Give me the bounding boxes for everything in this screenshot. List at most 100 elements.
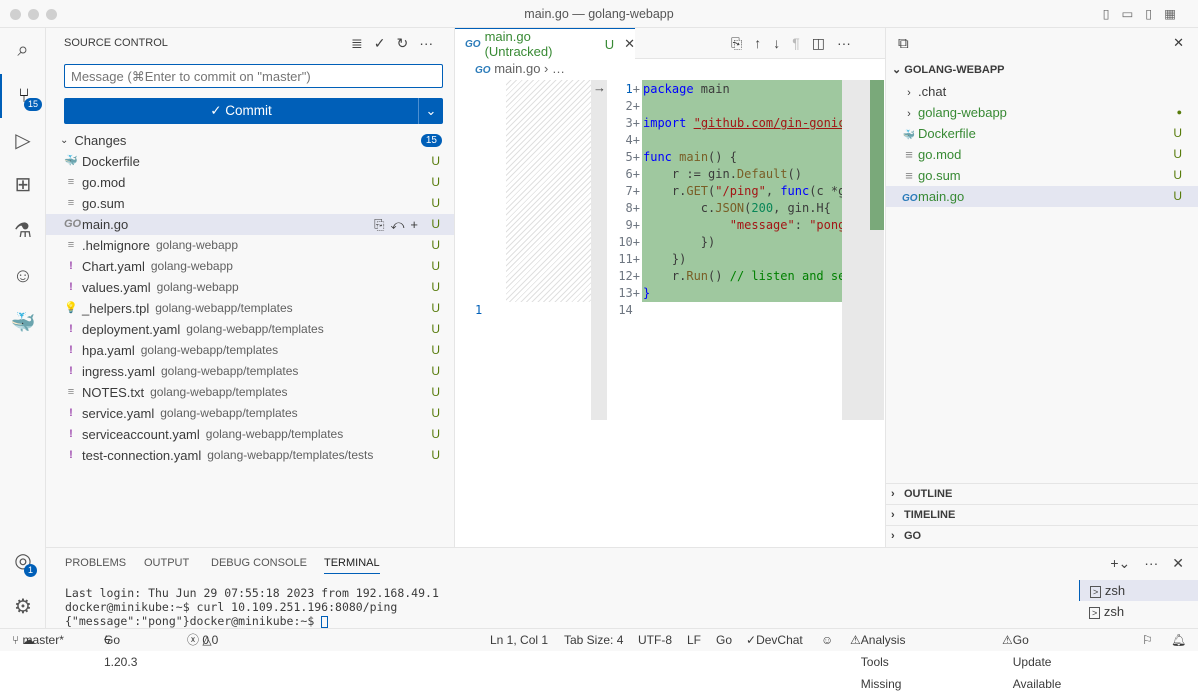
changed-file-item[interactable]: ! ingress.yaml golang-webapp/templates U: [46, 361, 454, 382]
explorer-item[interactable]: 🐳 Dockerfile U: [886, 123, 1198, 144]
terminal-instance[interactable]: > zsh: [1079, 601, 1198, 622]
terminal-icon: >: [1089, 607, 1101, 619]
feedback-icon[interactable]: ⚐: [1142, 629, 1153, 651]
tab-size[interactable]: Tab Size: 4: [564, 629, 623, 651]
terminal-line[interactable]: docker@minikube:~$ curl 10.109.251.196:8…: [65, 600, 397, 614]
section-go[interactable]: › GO: [886, 525, 1198, 546]
changes-group[interactable]: ⌄ Changes 15: [46, 130, 454, 151]
accounts-icon[interactable]: ◎ 1: [0, 538, 46, 582]
layout-toggle-icons[interactable]: ▯▭▯▦: [1103, 0, 1188, 28]
devchat-status[interactable]: ✓ DevChat: [746, 629, 803, 651]
code-content[interactable]: package main import "github.com/gin-goni…: [643, 81, 853, 302]
devchat-icon[interactable]: ☺: [0, 254, 46, 298]
shell-name: zsh: [1103, 604, 1125, 619]
go-update-warning[interactable]: ⚠ Go Update Available: [1002, 629, 1061, 691]
explorer-item[interactable]: ≡ go.mod U: [886, 144, 1198, 165]
docker-icon[interactable]: 🐳: [0, 300, 46, 344]
branch-status[interactable]: ⑂ master* ☁: [12, 629, 64, 651]
editor-area: GO main.go (Untracked) U ✕ ⎘ ↑ ↓ ¶ ◫ ···…: [455, 28, 885, 547]
minimize-window-button[interactable]: [28, 9, 39, 20]
tab-main-go[interactable]: GO main.go (Untracked) U ✕: [455, 28, 635, 59]
tab-output[interactable]: OUTPUT: [144, 557, 189, 569]
explorer-item[interactable]: › .chat: [886, 81, 1198, 102]
changed-file-item[interactable]: ≡ NOTES.txt golang-webapp/templates U: [46, 382, 454, 403]
bell-icon[interactable]: 🔔︎: [1171, 629, 1186, 651]
close-icon[interactable]: ✕: [1173, 35, 1184, 51]
changed-file-item[interactable]: 🐳 Dockerfile U: [46, 151, 454, 172]
more-actions-icon[interactable]: ···: [419, 35, 433, 52]
changed-file-item[interactable]: ! service.yaml golang-webapp/templates U: [46, 403, 454, 424]
breadcrumb: GO main.go › …: [475, 61, 565, 76]
breadcrumb-more[interactable]: …: [552, 61, 565, 76]
section-timeline[interactable]: › TIMELINE: [886, 504, 1198, 525]
close-icon[interactable]: ✕: [624, 36, 635, 52]
terminal-line[interactable]: Last login: Thu Jun 29 07:55:18 2023 fro…: [65, 586, 439, 600]
search-icon[interactable]: ⌕: [0, 28, 46, 72]
changed-file-item[interactable]: ≡ go.mod U: [46, 172, 454, 193]
stage-plus-icon[interactable]: +: [410, 217, 424, 232]
changed-file-item[interactable]: ! values.yaml golang-webapp U: [46, 277, 454, 298]
gear-icon[interactable]: ⚙: [0, 584, 46, 628]
terminal-instance[interactable]: > zsh: [1079, 580, 1198, 601]
discard-icon[interactable]: ↶: [391, 217, 411, 232]
commit-button[interactable]: ✓ Commit ⌄: [64, 98, 443, 124]
line-ending[interactable]: LF: [687, 629, 701, 651]
explorer-item[interactable]: GO main.go U: [886, 186, 1198, 207]
close-icon[interactable]: ✕: [1172, 555, 1184, 572]
analysis-warning[interactable]: ⚠ Analysis Tools Missing: [850, 629, 905, 691]
commit-check-icon[interactable]: ✓: [374, 35, 386, 52]
tab-terminal[interactable]: TERMINAL: [324, 557, 380, 574]
cursor-position[interactable]: Ln 1, Col 1: [490, 629, 548, 651]
new-terminal-icon[interactable]: +⌄: [1110, 555, 1130, 572]
tab-debug-console[interactable]: DEBUG CONSOLE: [211, 557, 307, 569]
go-version[interactable]: Go 1.20.3 ϟ: [104, 629, 137, 669]
commit-message-input[interactable]: [64, 64, 443, 88]
file-lines-icon: ≡: [67, 176, 75, 188]
terminal-line[interactable]: {"message":"pong"}docker@minikube:~$: [65, 614, 329, 628]
changed-file-item[interactable]: ≡ go.sum U: [46, 193, 454, 214]
explorer-item-status: U: [1173, 147, 1182, 161]
problems-status[interactable]: ⓧ 0 △ 0: [187, 629, 218, 651]
bottom-panel: PROBLEMS OUTPUT DEBUG CONSOLE TERMINAL +⌄ ·…: [46, 547, 1198, 628]
open-file-icon[interactable]: ⎘: [731, 35, 742, 52]
file-status: U: [431, 427, 440, 441]
close-window-button[interactable]: [10, 9, 21, 20]
explorer-icon[interactable]: ⧉: [898, 35, 909, 52]
refresh-icon[interactable]: ↻: [396, 35, 408, 52]
shell-name: zsh: [1104, 583, 1126, 598]
language-mode[interactable]: Go: [716, 629, 732, 651]
next-change-icon[interactable]: ↓: [773, 35, 780, 52]
previous-change-icon[interactable]: ↑: [754, 35, 761, 52]
tab-problems[interactable]: PROBLEMS: [65, 557, 126, 569]
changed-file-item[interactable]: GO main.go ⎘↶+ U: [46, 214, 454, 235]
whitespace-icon[interactable]: ¶: [792, 35, 800, 52]
changed-file-item[interactable]: ! hpa.yaml golang-webapp/templates U: [46, 340, 454, 361]
view-as-list-icon[interactable]: ≣: [351, 35, 363, 52]
copilot-icon[interactable]: ☺: [821, 629, 833, 651]
changed-file-item[interactable]: 💡 _helpers.tpl golang-webapp/templates U: [46, 298, 454, 319]
encoding[interactable]: UTF-8: [638, 629, 672, 651]
changed-file-item[interactable]: ≡ .helmignore golang-webapp U: [46, 235, 454, 256]
file-dir: golang-webapp/templates: [160, 406, 298, 420]
changed-file-item[interactable]: ! serviceaccount.yaml golang-webapp/temp…: [46, 424, 454, 445]
commit-dropdown-icon[interactable]: ⌄: [418, 98, 443, 124]
changed-file-item[interactable]: ! deployment.yaml golang-webapp/template…: [46, 319, 454, 340]
split-editor-icon[interactable]: ◫: [812, 35, 825, 52]
source-control-icon[interactable]: ⑂ 15: [0, 74, 46, 118]
line-number: 14: [618, 303, 633, 317]
explorer-item[interactable]: › golang-webapp ●: [886, 102, 1198, 123]
zoom-window-button[interactable]: [46, 9, 57, 20]
more-actions-icon[interactable]: ···: [1144, 555, 1158, 572]
more-actions-icon[interactable]: ···: [837, 35, 851, 52]
explorer-root[interactable]: ⌄ GOLANG-WEBAPP: [886, 60, 1198, 81]
explorer-item[interactable]: ≡ go.sum U: [886, 165, 1198, 186]
changed-file-item[interactable]: ! test-connection.yaml golang-webapp/tem…: [46, 445, 454, 466]
extensions-icon[interactable]: ⊞: [0, 162, 46, 206]
breadcrumb-file[interactable]: main.go: [494, 61, 540, 76]
testing-icon[interactable]: ⚗: [0, 208, 46, 252]
run-debug-icon[interactable]: ▷: [0, 118, 46, 162]
changed-file-item[interactable]: ! Chart.yaml golang-webapp U: [46, 256, 454, 277]
open-file-icon[interactable]: ⎘: [374, 217, 390, 232]
file-actions[interactable]: ⎘↶+: [374, 214, 424, 235]
section-outline[interactable]: › OUTLINE: [886, 483, 1198, 504]
